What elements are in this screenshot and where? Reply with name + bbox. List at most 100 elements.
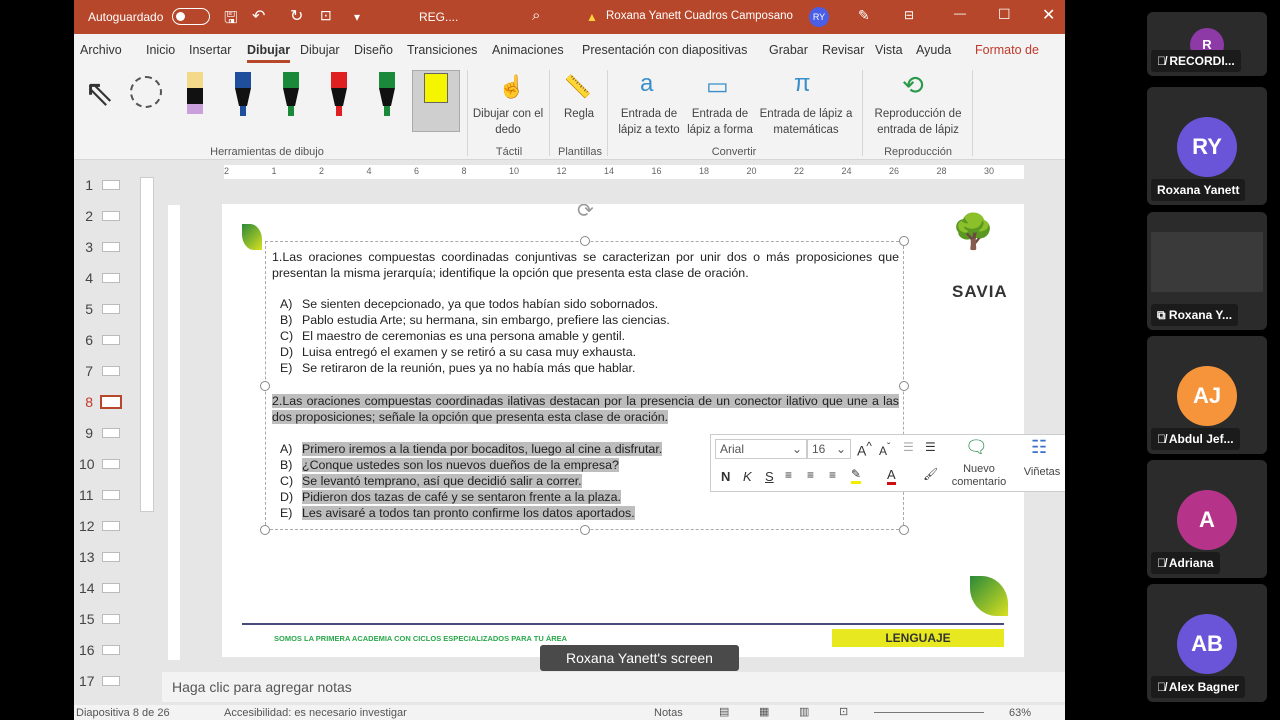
notes-field[interactable]: Haga clic para agregar notas <box>162 672 1065 702</box>
file-name[interactable]: REG.... <box>419 10 458 24</box>
customize-icon[interactable]: ▾ <box>354 10 360 24</box>
draw-finger-button[interactable]: Dibujar con el dedo <box>472 106 544 138</box>
decrease-indent-icon[interactable]: ☰ <box>903 440 914 454</box>
align-right-icon[interactable]: ≡ <box>829 468 836 482</box>
minimize-icon[interactable]: — <box>954 6 966 20</box>
slide-thumbnail[interactable] <box>102 676 120 686</box>
tab-ayuda[interactable]: Ayuda <box>916 43 951 57</box>
accessibility-status[interactable]: Accesibilidad: es necesario investigar <box>224 707 407 719</box>
tab-transiciones[interactable]: Transiciones <box>407 43 477 57</box>
participant-tile[interactable]: A 🎙̸ Adriana <box>1147 460 1267 578</box>
autosave-toggle[interactable] <box>172 8 210 25</box>
slide-thumbnail[interactable] <box>102 242 120 252</box>
answer-option[interactable]: D) Pidieron dos tazas de café y se sentar… <box>280 489 621 505</box>
ink-replay-button[interactable]: Reproducción de entrada de lápiz <box>868 106 968 138</box>
tab-inicio[interactable]: Inicio <box>146 43 175 57</box>
zoom-level[interactable]: 63% <box>1009 707 1031 719</box>
user-name[interactable]: Roxana Yanett Cuadros Camposano <box>606 10 793 22</box>
save-icon[interactable]: 🖫 <box>224 7 238 34</box>
align-left-icon[interactable]: ≡ <box>785 468 792 482</box>
participant-tile[interactable]: RY Roxana Yanett <box>1147 87 1267 205</box>
participant-tile[interactable]: AJ 🎙̸ Abdul Jef... <box>1147 336 1267 454</box>
resize-handle[interactable] <box>580 525 590 535</box>
slide-thumbnail[interactable] <box>102 428 120 438</box>
select-arrow-icon[interactable]: ⇖ <box>84 72 114 114</box>
tab-formato[interactable]: Formato de <box>975 43 1039 57</box>
slide-thumbnail[interactable] <box>102 180 120 190</box>
slide-thumbnail[interactable] <box>102 459 120 469</box>
slide-canvas[interactable]: 🌳 SAVIA ⟳ 1.Las oraciones compuestas coo… <box>222 204 1024 657</box>
eraser-pen-icon[interactable] <box>187 72 203 116</box>
italic-button[interactable]: K <box>743 469 752 484</box>
highlight-color-icon[interactable]: ✎ <box>851 467 862 484</box>
slide-thumbnail[interactable] <box>102 366 120 376</box>
screen-share-preview[interactable] <box>1151 232 1263 292</box>
tab-revisar[interactable]: Revisar <box>822 43 864 57</box>
font-size-select[interactable]: 16 ⌄ <box>807 439 851 459</box>
grow-font-icon[interactable]: A^ <box>857 440 872 459</box>
slide-thumbnail[interactable] <box>102 335 120 345</box>
answer-option[interactable]: B) Pablo estudia Arte; su hermana, sin em… <box>280 312 670 328</box>
slide-thumbnail[interactable] <box>102 304 120 314</box>
tab-presentacion[interactable]: Presentación con diapositivas <box>582 43 747 57</box>
tab-diseno[interactable]: Diseño <box>354 43 393 57</box>
answer-option[interactable]: D) Luisa entregó el examen y se retiró a … <box>280 344 636 360</box>
slide-thumbnail[interactable] <box>102 645 120 655</box>
answer-option[interactable]: A) Primero iremos a la tienda por bocadit… <box>280 441 663 457</box>
slide-thumbnail[interactable] <box>102 211 120 221</box>
slide-thumbnail[interactable] <box>102 273 120 283</box>
normal-view-icon[interactable]: ▤ <box>719 705 729 718</box>
bullets-button[interactable]: Viñetas <box>1017 466 1065 478</box>
tab-grabar[interactable]: Grabar <box>769 43 808 57</box>
tab-dibujar-active[interactable]: Dibujar <box>247 43 291 63</box>
close-icon[interactable]: ✕ <box>1042 5 1055 25</box>
tab-vista[interactable]: Vista <box>875 43 903 57</box>
tab-insertar[interactable]: Insertar <box>189 43 231 57</box>
slide-thumbnail[interactable] <box>100 395 122 409</box>
tab-dibujar[interactable]: Dibujar <box>300 43 340 57</box>
ruler-button[interactable]: Regla <box>554 106 604 122</box>
notes-button[interactable]: Notas <box>654 707 683 719</box>
answer-option[interactable]: C) Se levantó temprano, así que decidió s… <box>280 473 582 489</box>
avatar[interactable]: RY <box>809 7 829 27</box>
highlighter-button[interactable] <box>412 70 460 132</box>
participant-tile[interactable]: AB 🎙̸ Alex Bagner <box>1147 584 1267 702</box>
answer-option[interactable]: C) El maestro de ceremonias es una person… <box>280 328 625 344</box>
underline-button[interactable]: S <box>765 469 774 484</box>
zoom-slider[interactable] <box>874 712 984 713</box>
search-icon[interactable]: ⌕ <box>532 7 540 24</box>
tab-archivo[interactable]: Archivo <box>80 43 122 57</box>
font-select[interactable]: Arial ⌄ <box>715 439 807 459</box>
answer-option[interactable]: B) ¿Conque ustedes son los nuevos dueños … <box>280 457 619 473</box>
answer-option[interactable]: E) Les avisaré a todos tan pronto confirm… <box>280 505 635 521</box>
font-color-icon[interactable]: A <box>887 467 896 485</box>
ink-to-text-button[interactable]: Entrada de lápiz a texto <box>614 106 684 138</box>
maximize-icon[interactable]: ☐ <box>998 6 1011 23</box>
ink-to-math-button[interactable]: Entrada de lápiz a matemáticas <box>756 106 856 138</box>
new-comment-button[interactable]: Nuevo comentario <box>951 463 1007 489</box>
pencil-icon[interactable] <box>379 72 395 116</box>
rotate-handle-icon[interactable]: ⟳ <box>577 204 594 223</box>
sorter-view-icon[interactable]: ▦ <box>759 705 769 718</box>
slide-thumbnail[interactable] <box>102 521 120 531</box>
tab-animaciones[interactable]: Animaciones <box>492 43 564 57</box>
green-pen-icon[interactable] <box>283 72 299 116</box>
ribbon-display-icon[interactable]: ⊟ <box>904 8 914 22</box>
resize-handle[interactable] <box>899 381 909 391</box>
slide-thumbnail[interactable] <box>102 583 120 593</box>
blue-pen-icon[interactable] <box>235 72 251 116</box>
undo-icon[interactable]: ↶ <box>252 6 265 26</box>
slideshow-icon[interactable]: ⊡ <box>839 705 848 718</box>
participant-tile[interactable]: R 🎙̸ RECORDI... <box>1147 12 1267 76</box>
question-2[interactable]: 2.Las oraciones compuestas coordinadas i… <box>272 394 899 424</box>
pen-icon[interactable]: ✎ <box>858 7 870 24</box>
redo-icon[interactable]: ↻ <box>290 6 303 26</box>
increase-indent-icon[interactable]: ☰ <box>925 440 936 454</box>
slide-thumbnail[interactable] <box>102 614 120 624</box>
answer-option[interactable]: A) Se sienten decepcionado, ya que todos … <box>280 296 658 312</box>
ink-to-shape-button[interactable]: Entrada de lápiz a forma <box>684 106 756 138</box>
thumbnail-scrollbar[interactable] <box>140 165 154 700</box>
slide-thumbnail[interactable] <box>102 490 120 500</box>
resize-handle[interactable] <box>260 381 270 391</box>
resize-handle[interactable] <box>260 525 270 535</box>
